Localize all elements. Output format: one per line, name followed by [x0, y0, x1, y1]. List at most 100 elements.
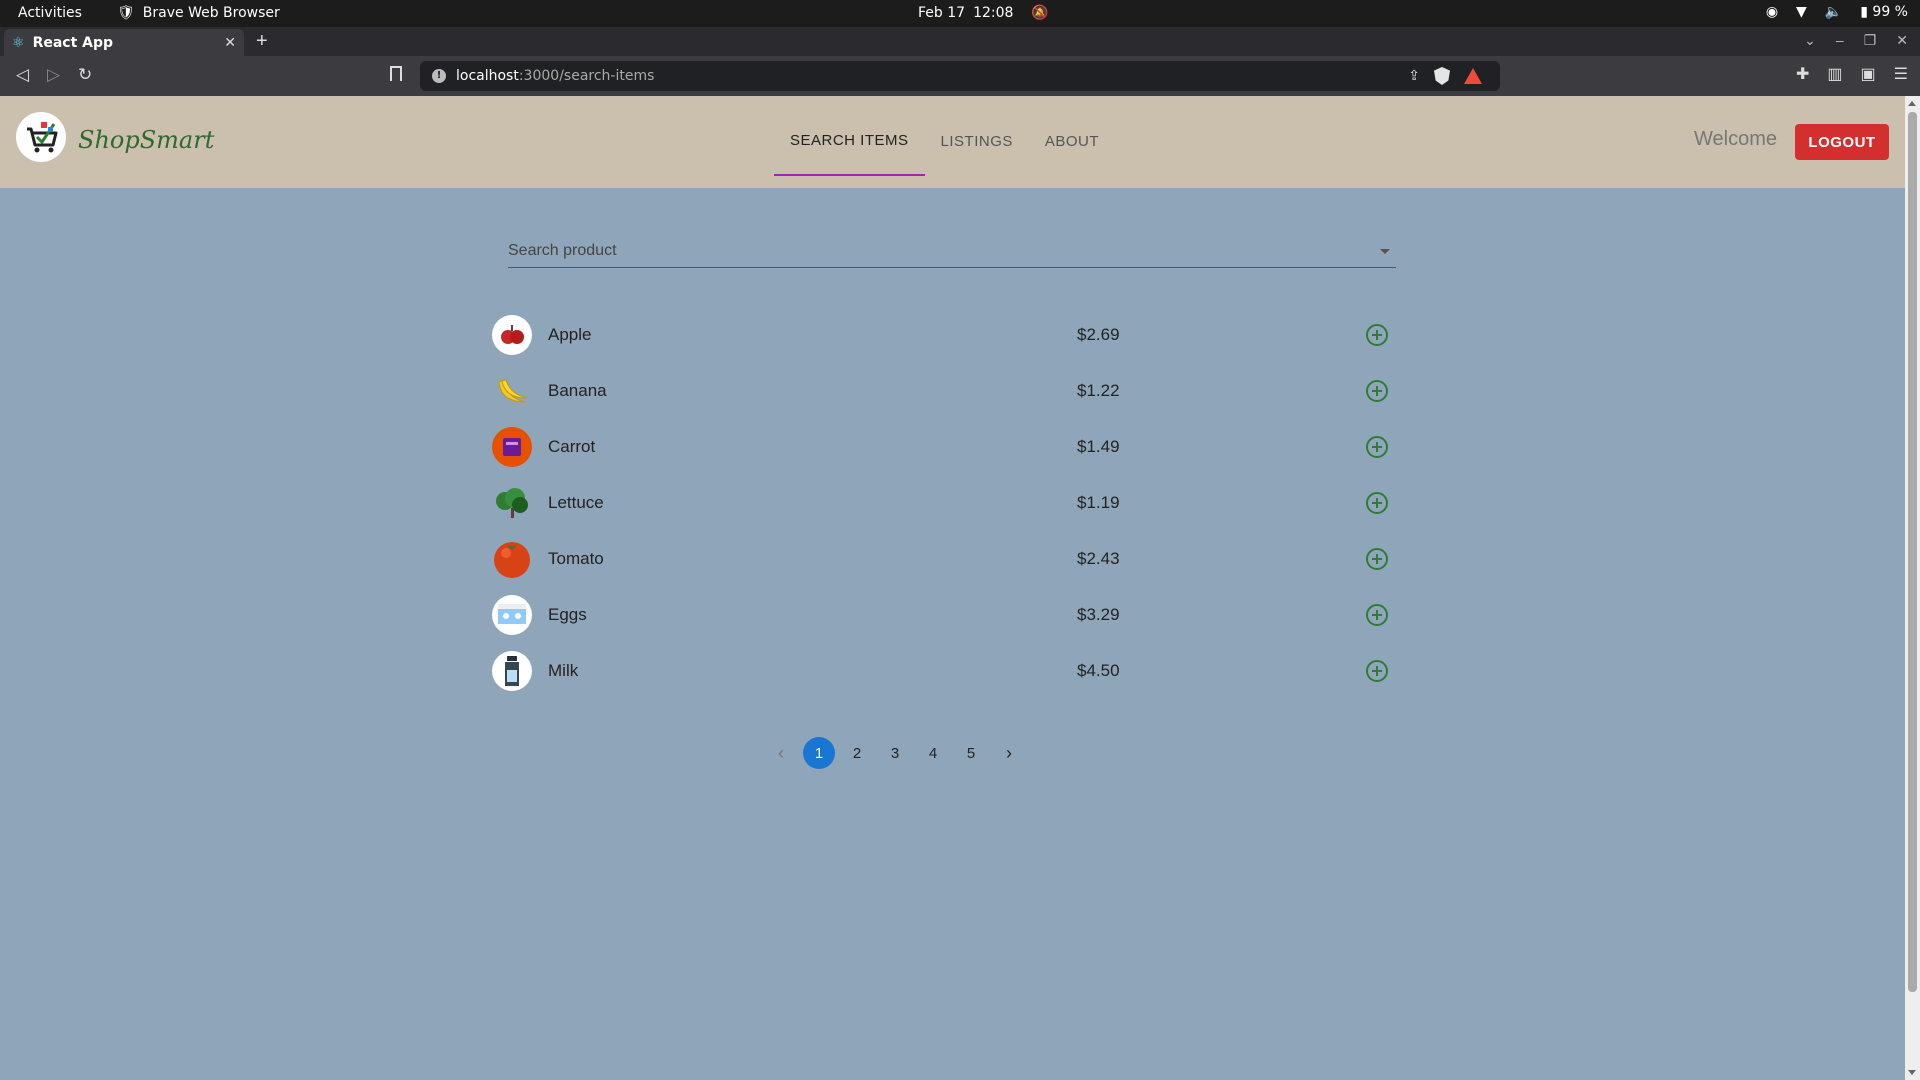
add-to-cart-button[interactable] [1366, 380, 1388, 402]
banana-icon [492, 371, 532, 411]
date-label: Feb 17 [918, 5, 966, 21]
tab-about[interactable]: ABOUT [1029, 106, 1115, 176]
reload-icon[interactable]: ↻ [78, 65, 92, 85]
product-name: Banana [548, 381, 607, 400]
product-price: $1.19 [1077, 493, 1120, 512]
extensions-icon[interactable]: ✚ [1796, 64, 1809, 84]
product-row: Eggs $3.29 [492, 587, 1392, 643]
window-controls: ⌄ – ❐ ✕ [1804, 32, 1908, 49]
bookmark-icon[interactable] [390, 66, 402, 81]
next-page-icon[interactable]: › [993, 737, 1025, 769]
previous-page-icon[interactable]: ‹ [765, 737, 797, 769]
product-row: Banana $1.22 [492, 363, 1392, 419]
notifications-muted-icon: 🔕 [1031, 5, 1049, 21]
wallet-icon[interactable]: ▣ [1861, 64, 1876, 84]
shopsmart-logo[interactable] [16, 112, 66, 162]
page-3[interactable]: 3 [879, 737, 911, 769]
product-row: Tomato $2.43 [492, 531, 1392, 587]
page-1[interactable]: 1 [803, 737, 835, 769]
os-top-bar: Activities 🛡 Brave Web Browser Feb 17 12… [0, 0, 1920, 27]
activities-button[interactable]: Activities [18, 5, 82, 21]
logout-button[interactable]: LOGOUT [1795, 124, 1889, 160]
close-tab-icon[interactable]: ✕ [224, 35, 236, 51]
product-price: $4.50 [1077, 661, 1120, 680]
system-tray[interactable]: ◉ ▼ 🔈 ▮ 99 % [1766, 4, 1908, 20]
product-price: $2.69 [1077, 325, 1120, 344]
product-name: Carrot [548, 437, 596, 456]
browser-tab[interactable]: ⚛ React App ✕ [4, 29, 244, 56]
welcome-text: Welcome [1694, 128, 1777, 150]
time-label: 12:08 [973, 5, 1014, 21]
toolbar-actions: ✚ ▥ ▣ ☰ [1796, 64, 1908, 84]
app-name-label: Brave Web Browser [142, 5, 280, 21]
product-price: $1.49 [1077, 437, 1120, 456]
battery-label: 99 % [1872, 4, 1908, 20]
product-name: Milk [548, 661, 579, 680]
search-input[interactable] [508, 236, 1396, 266]
product-price: $3.29 [1077, 605, 1120, 624]
tab-list-icon[interactable]: ⌄ [1804, 32, 1816, 49]
app-header: ShopSmart SEARCH ITEMS LISTINGS ABOUT We… [0, 96, 1905, 188]
brave-rewards-icon[interactable] [1464, 68, 1482, 84]
back-icon[interactable]: ◁ [16, 65, 29, 85]
volume-muted-icon: 🔈 [1824, 4, 1843, 20]
sidebar-icon[interactable]: ▥ [1827, 64, 1842, 84]
new-tab-icon[interactable]: + [256, 30, 268, 53]
discord-icon: ◉ [1765, 4, 1779, 20]
dropdown-arrow-icon[interactable] [1380, 249, 1390, 254]
tab-listings[interactable]: LISTINGS [925, 106, 1029, 176]
brave-shields-icon[interactable] [1434, 67, 1450, 85]
menu-icon[interactable]: ☰ [1894, 64, 1908, 84]
lettuce-icon [492, 483, 532, 523]
tomato-icon [492, 539, 532, 579]
add-to-cart-button[interactable] [1366, 660, 1388, 682]
browser-toolbar: ◁ ▷ ↻ ! localhost:3000/search-items ⇪ ✚ … [0, 56, 1920, 96]
page-scrollbar[interactable] [1905, 96, 1920, 1080]
eggs-icon [492, 595, 532, 635]
minimize-icon[interactable]: – [1836, 32, 1844, 49]
scroll-down-icon[interactable] [1908, 1070, 1916, 1075]
scroll-up-icon[interactable] [1908, 101, 1916, 106]
app-menu[interactable]: 🛡 Brave Web Browser [117, 5, 280, 21]
carrot-icon [492, 427, 532, 467]
clock[interactable]: Feb 17 12:08 🔕 [918, 5, 1049, 21]
tab-search-items[interactable]: SEARCH ITEMS [774, 106, 925, 176]
address-bar[interactable]: ! localhost:3000/search-items ⇪ [420, 61, 1500, 91]
product-price: $2.43 [1077, 549, 1120, 568]
forward-icon[interactable]: ▷ [47, 65, 60, 85]
product-list: Apple $2.69 Banana $1.22 Carrot $1.49 Le… [492, 307, 1392, 699]
restore-icon[interactable]: ❐ [1864, 32, 1877, 49]
scroll-thumb[interactable] [1908, 112, 1917, 992]
product-row: Lettuce $1.19 [492, 475, 1392, 531]
product-name: Lettuce [548, 493, 604, 512]
product-name: Eggs [548, 605, 587, 624]
site-info-icon[interactable]: ! [432, 69, 446, 83]
page-2[interactable]: 2 [841, 737, 873, 769]
apple-icon [492, 315, 532, 355]
add-to-cart-button[interactable] [1366, 548, 1388, 570]
battery-icon: ▮ 99 % [1860, 4, 1908, 20]
pagination: ‹ 1 2 3 4 5 › [765, 737, 1025, 769]
product-name: Apple [548, 325, 592, 344]
milk-icon [492, 651, 532, 691]
close-window-icon[interactable]: ✕ [1896, 32, 1908, 49]
cart-logo-icon [27, 122, 58, 153]
page-5[interactable]: 5 [955, 737, 987, 769]
tab-title: React App [32, 34, 114, 51]
product-row: Milk $4.50 [492, 643, 1392, 699]
add-to-cart-button[interactable] [1366, 324, 1388, 346]
add-to-cart-button[interactable] [1366, 436, 1388, 458]
share-icon[interactable]: ⇪ [1408, 68, 1420, 84]
page-4[interactable]: 4 [917, 737, 949, 769]
product-search[interactable] [508, 236, 1396, 268]
url-host: localhost [456, 68, 519, 84]
product-row: Carrot $1.49 [492, 419, 1392, 475]
wifi-icon: ▼ [1796, 4, 1807, 20]
browser-tab-strip: ⚛ React App ✕ + ⌄ – ❐ ✕ [0, 27, 1920, 56]
add-to-cart-button[interactable] [1366, 492, 1388, 514]
product-row: Apple $2.69 [492, 307, 1392, 363]
main-nav: SEARCH ITEMS LISTINGS ABOUT [774, 96, 1115, 176]
brand-name: ShopSmart [78, 126, 215, 154]
react-icon: ⚛ [12, 34, 25, 51]
add-to-cart-button[interactable] [1366, 604, 1388, 626]
